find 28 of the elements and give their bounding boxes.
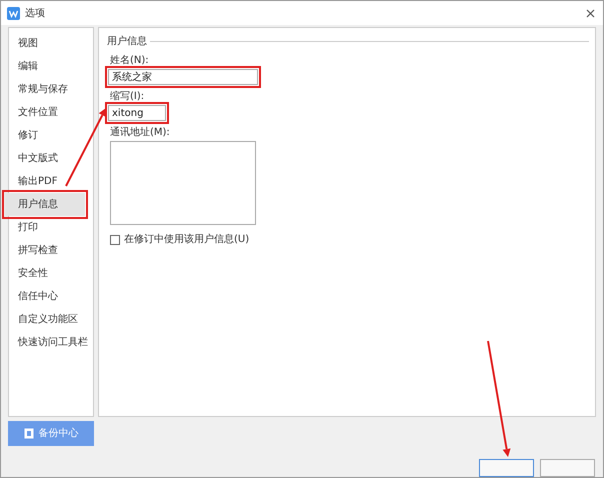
sidebar-item[interactable]: 中文版式 (9, 147, 93, 170)
input-field[interactable]: xitong (108, 105, 166, 121)
checkbox[interactable] (110, 234, 120, 244)
cancel-button[interactable] (540, 459, 595, 477)
sidebar-item[interactable]: 自定义功能区 (9, 308, 93, 331)
field-label: 姓名(N): (110, 54, 150, 68)
input-field[interactable]: 系统之家 (108, 69, 258, 85)
sidebar-item[interactable]: 快速访问工具栏 (9, 331, 93, 354)
ok-button[interactable] (479, 459, 534, 477)
address-field[interactable] (110, 141, 256, 225)
sidebar-item[interactable]: 编辑 (9, 55, 93, 78)
sidebar-item[interactable]: 安全性 (9, 262, 93, 285)
sidebar-item[interactable]: 用户信息 (5, 193, 85, 216)
group-title: 用户信息 (107, 34, 147, 49)
field-label: 通讯地址(M): (110, 126, 171, 140)
book-icon (24, 428, 34, 439)
checkbox-label: 在修订中使用该用户信息(U) (124, 232, 250, 247)
sidebar-item[interactable]: 信任中心 (9, 285, 93, 308)
window-title: 选项 (25, 6, 45, 20)
sidebar-item[interactable]: 文件位置 (9, 101, 93, 124)
sidebar-item[interactable]: 常规与保存 (9, 78, 93, 101)
field-label: 缩写(I): (110, 90, 146, 104)
sidebar-item[interactable]: 修订 (9, 124, 93, 147)
sidebar-item[interactable]: 拼写检查 (9, 239, 93, 262)
sidebar-item[interactable]: 打印 (9, 216, 93, 239)
sidebar-item[interactable]: 输出PDF (9, 170, 93, 193)
app-logo-icon (7, 6, 20, 20)
sidebar-item[interactable]: 视图 (9, 32, 93, 55)
